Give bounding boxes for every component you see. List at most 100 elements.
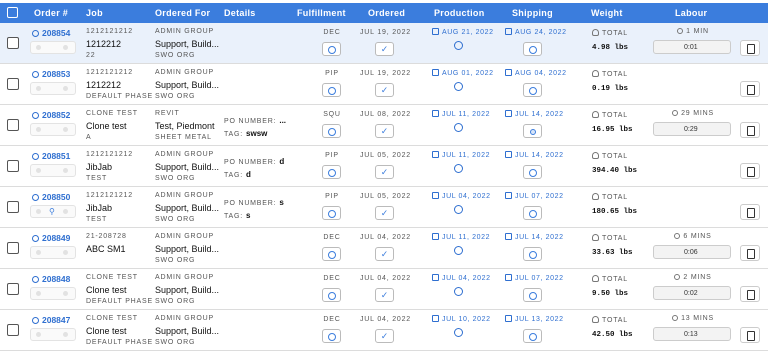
order-link[interactable]: 208847	[32, 315, 70, 325]
ordered-check[interactable]: ✓	[375, 206, 394, 220]
header-shipping[interactable]: Shipping	[512, 8, 553, 18]
shipping-toggle[interactable]	[523, 247, 542, 261]
ordered-check[interactable]: ✓	[375, 83, 394, 97]
document-icon[interactable]	[740, 204, 760, 220]
row-checkbox[interactable]	[7, 160, 19, 172]
order-link[interactable]: 208850	[32, 192, 70, 202]
ordered-check[interactable]: ✓	[375, 329, 394, 343]
production-date[interactable]: JUL 04, 2022	[432, 274, 491, 282]
production-date[interactable]: JUL 11, 2022	[432, 110, 490, 118]
order-actions[interactable]	[30, 246, 76, 259]
ordered-check[interactable]: ✓	[375, 165, 394, 179]
labour-time-input[interactable]: 0:06	[653, 245, 731, 259]
order-actions[interactable]	[30, 328, 76, 341]
labour-time-input[interactable]: 0:02	[653, 286, 731, 300]
production-date[interactable]: AUG 01, 2022	[432, 69, 494, 77]
ordered-check[interactable]: ✓	[375, 124, 394, 138]
document-icon[interactable]	[740, 286, 760, 302]
shipping-date[interactable]: AUG 04, 2022	[505, 69, 567, 77]
fulfillment-toggle[interactable]	[322, 165, 341, 179]
fulfillment-toggle[interactable]	[322, 247, 341, 261]
production-status-toggle[interactable]	[454, 246, 463, 255]
header-labour[interactable]: Labour	[675, 8, 707, 18]
order-link[interactable]: 208849	[32, 233, 70, 243]
row-checkbox[interactable]	[7, 37, 19, 49]
fulfillment-toggle[interactable]	[322, 83, 341, 97]
row-checkbox[interactable]	[7, 283, 19, 295]
header-ordered-for[interactable]: Ordered For	[155, 8, 210, 18]
shipping-date[interactable]: JUL 14, 2022	[505, 233, 564, 241]
document-icon[interactable]	[740, 81, 760, 97]
ordered-check[interactable]: ✓	[375, 288, 394, 302]
labour-time-input[interactable]: 0:13	[653, 327, 731, 341]
row-checkbox[interactable]	[7, 201, 19, 213]
table-row[interactable]: 208847 CLONE TEST Clone test DEFAULT PHASE A…	[0, 310, 768, 351]
header-production[interactable]: Production	[434, 8, 485, 18]
fulfillment-toggle[interactable]	[322, 124, 341, 138]
production-status-toggle[interactable]	[454, 328, 463, 337]
header-ordered[interactable]: Ordered	[368, 8, 405, 18]
order-link[interactable]: 208852	[32, 110, 70, 120]
table-row[interactable]: 208850 ⚲ 1212121212 JibJab TEST ADMIN GROUP Su…	[0, 187, 768, 228]
production-date[interactable]: JUL 04, 2022	[432, 192, 491, 200]
production-status-toggle[interactable]	[454, 123, 463, 132]
table-row[interactable]: 208851 1212121212 JibJab TEST ADMIN GROUP Sup…	[0, 146, 768, 187]
labour-time-input[interactable]: 0:29	[653, 122, 731, 136]
shipping-toggle[interactable]	[523, 124, 542, 138]
shipping-date[interactable]: JUL 14, 2022	[505, 110, 564, 118]
ordered-check[interactable]: ✓	[375, 42, 394, 56]
order-actions[interactable]	[30, 41, 76, 54]
order-actions[interactable]	[30, 164, 76, 177]
order-actions[interactable]	[30, 82, 76, 95]
production-date[interactable]: JUL 11, 2022	[432, 233, 490, 241]
fulfillment-toggle[interactable]	[322, 329, 341, 343]
row-checkbox[interactable]	[7, 324, 19, 336]
shipping-date[interactable]: JUL 14, 2022	[505, 151, 564, 159]
header-weight[interactable]: Weight	[591, 8, 623, 18]
shipping-toggle[interactable]	[523, 288, 542, 302]
document-icon[interactable]	[740, 245, 760, 261]
order-link[interactable]: 208851	[32, 151, 70, 161]
header-job[interactable]: Job	[86, 8, 103, 18]
document-icon[interactable]	[740, 122, 760, 138]
row-checkbox[interactable]	[7, 78, 19, 90]
document-icon[interactable]	[740, 40, 760, 56]
fulfillment-toggle[interactable]	[322, 288, 341, 302]
fulfillment-toggle[interactable]	[322, 42, 341, 56]
production-date[interactable]: JUL 10, 2022	[432, 315, 491, 323]
shipping-toggle[interactable]	[523, 206, 542, 220]
order-link[interactable]: 208854	[32, 28, 70, 38]
order-actions[interactable]	[30, 287, 76, 300]
production-date[interactable]: JUL 11, 2022	[432, 151, 490, 159]
production-status-toggle[interactable]	[454, 82, 463, 91]
production-status-toggle[interactable]	[454, 205, 463, 214]
table-row[interactable]: 208848 CLONE TEST Clone test DEFAULT PHASE A…	[0, 269, 768, 310]
shipping-toggle[interactable]	[523, 165, 542, 179]
header-order[interactable]: Order #	[34, 8, 68, 18]
order-actions[interactable]	[30, 123, 76, 136]
order-actions[interactable]: ⚲	[30, 205, 76, 218]
table-row[interactable]: 208854 1212121212 1212212 22 ADMIN GROUP Supp…	[0, 23, 768, 64]
fulfillment-toggle[interactable]	[322, 206, 341, 220]
header-fulfillment[interactable]: Fulfillment	[297, 8, 346, 18]
table-row[interactable]: 208852 CLONE TEST Clone test A REVIT Test, Pi…	[0, 105, 768, 146]
ordered-check[interactable]: ✓	[375, 247, 394, 261]
production-status-toggle[interactable]	[454, 164, 463, 173]
shipping-date[interactable]: AUG 24, 2022	[505, 28, 567, 36]
document-icon[interactable]	[740, 327, 760, 343]
shipping-toggle[interactable]	[523, 329, 542, 343]
table-row[interactable]: 208849 21-208728 ABC SM1 ADMIN GROUP Support…	[0, 228, 768, 269]
shipping-toggle[interactable]	[523, 83, 542, 97]
header-details[interactable]: Details	[224, 8, 256, 18]
production-date[interactable]: AUG 21, 2022	[432, 28, 494, 36]
production-status-toggle[interactable]	[454, 41, 463, 50]
shipping-date[interactable]: JUL 07, 2022	[505, 274, 564, 282]
document-icon[interactable]	[740, 163, 760, 179]
shipping-date[interactable]: JUL 13, 2022	[505, 315, 564, 323]
order-link[interactable]: 208848	[32, 274, 70, 284]
order-link[interactable]: 208853	[32, 69, 70, 79]
select-all-checkbox[interactable]	[7, 7, 18, 18]
paperclip-icon[interactable]: ⚲	[49, 207, 55, 216]
labour-time-input[interactable]: 0:01	[653, 40, 731, 54]
row-checkbox[interactable]	[7, 242, 19, 254]
